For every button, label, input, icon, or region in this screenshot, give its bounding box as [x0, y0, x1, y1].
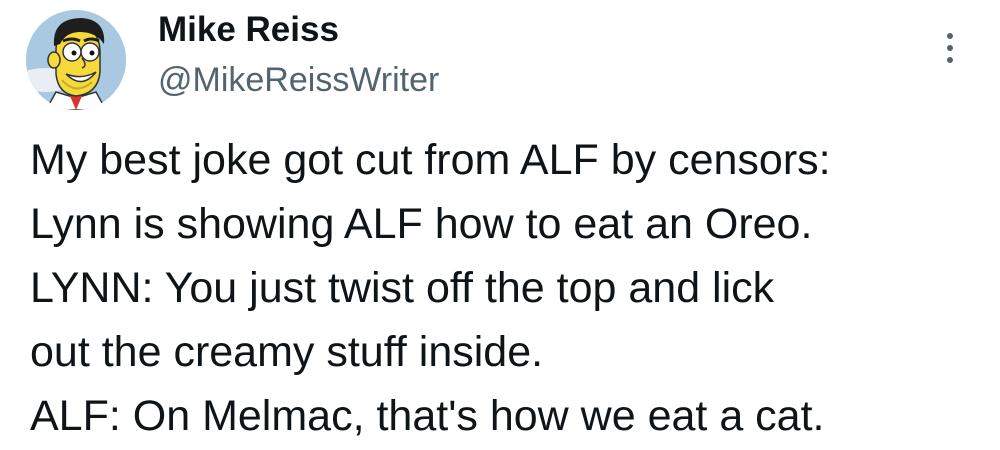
more-vertical-icon	[947, 33, 953, 39]
tweet-text-line: Lynn is showing ALF how to eat an Oreo.	[30, 200, 813, 248]
more-vertical-icon	[947, 45, 953, 51]
tweet-text-line: My best joke got cut from ALF by censors…	[30, 136, 831, 184]
author-display-name[interactable]: Mike Reiss	[158, 10, 339, 50]
tweet-text-line: ALF: On Melmac, that's how we eat a cat.	[30, 392, 825, 440]
more-vertical-icon	[947, 57, 953, 63]
author-avatar[interactable]	[26, 10, 126, 110]
tweet-text-line: LYNN: You just twist off the top and lic…	[30, 264, 775, 312]
tweet-text-line: out the creamy stuff inside.	[30, 328, 544, 376]
more-options-button[interactable]	[930, 24, 970, 72]
tweet-card: Mike Reiss @MikeReissWriter My best joke…	[0, 0, 1000, 450]
cartoon-avatar-icon	[26, 10, 126, 110]
author-handle[interactable]: @MikeReissWriter	[158, 60, 439, 100]
tweet-text: My best joke got cut from ALF by censors…	[30, 128, 980, 448]
